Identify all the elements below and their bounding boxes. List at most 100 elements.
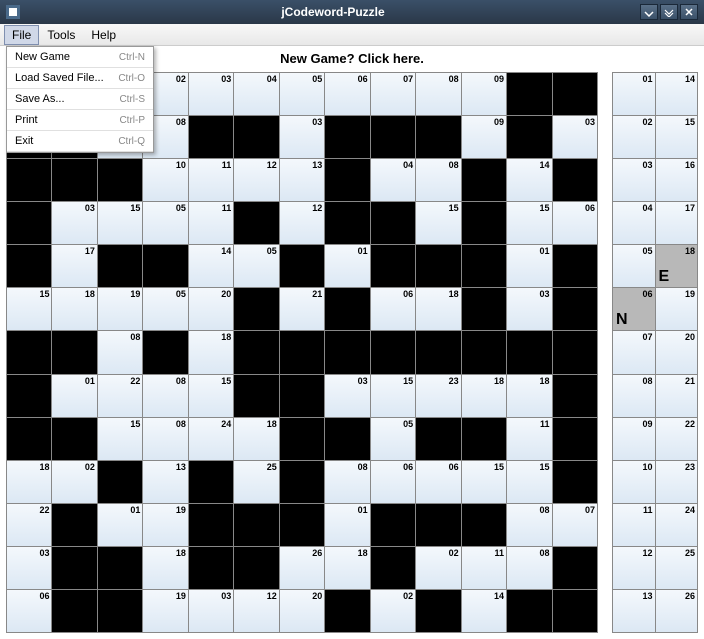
puzzle-cell[interactable]: 12: [234, 159, 278, 201]
puzzle-cell[interactable]: 01: [325, 245, 369, 287]
puzzle-cell[interactable]: 18: [143, 547, 187, 589]
puzzle-cell[interactable]: 11: [189, 159, 233, 201]
puzzle-cell[interactable]: 17: [52, 245, 96, 287]
dropdown-item-load-saved-file-[interactable]: Load Saved File...Ctrl-O: [7, 68, 153, 89]
puzzle-cell[interactable]: 13: [280, 159, 324, 201]
puzzle-cell[interactable]: 09: [462, 116, 506, 158]
legend-cell[interactable]: 18E: [656, 245, 698, 287]
puzzle-cell[interactable]: 20: [189, 288, 233, 330]
legend-cell[interactable]: 17: [656, 202, 698, 244]
puzzle-cell[interactable]: 23: [416, 375, 460, 417]
menu-help[interactable]: Help: [83, 25, 124, 45]
legend-cell[interactable]: 16: [656, 159, 698, 201]
puzzle-cell[interactable]: 08: [325, 461, 369, 503]
legend-cell[interactable]: 22: [656, 418, 698, 460]
puzzle-cell[interactable]: 02: [371, 590, 415, 632]
puzzle-cell[interactable]: 02: [416, 547, 460, 589]
puzzle-cell[interactable]: 01: [98, 504, 142, 546]
puzzle-cell[interactable]: 03: [189, 73, 233, 115]
legend-cell[interactable]: 20: [656, 331, 698, 373]
puzzle-cell[interactable]: 06: [325, 73, 369, 115]
puzzle-cell[interactable]: 25: [234, 461, 278, 503]
puzzle-cell[interactable]: 18: [507, 375, 551, 417]
puzzle-cell[interactable]: 19: [143, 504, 187, 546]
puzzle-cell[interactable]: 08: [143, 375, 187, 417]
puzzle-cell[interactable]: 01: [507, 245, 551, 287]
puzzle-cell[interactable]: 03: [52, 202, 96, 244]
puzzle-cell[interactable]: 15: [189, 375, 233, 417]
puzzle-cell[interactable]: 06: [553, 202, 597, 244]
legend-cell[interactable]: 01: [613, 73, 655, 115]
puzzle-cell[interactable]: 12: [280, 202, 324, 244]
puzzle-cell[interactable]: 08: [507, 504, 551, 546]
puzzle-cell[interactable]: 15: [462, 461, 506, 503]
puzzle-cell[interactable]: 11: [189, 202, 233, 244]
dropdown-item-exit[interactable]: ExitCtrl-Q: [7, 131, 153, 152]
legend-cell[interactable]: 24: [656, 504, 698, 546]
legend-cell[interactable]: 13: [613, 590, 655, 632]
puzzle-cell[interactable]: 11: [462, 547, 506, 589]
legend-cell[interactable]: 11: [613, 504, 655, 546]
puzzle-cell[interactable]: 14: [462, 590, 506, 632]
puzzle-cell[interactable]: 13: [143, 461, 187, 503]
legend-cell[interactable]: 09: [613, 418, 655, 460]
puzzle-cell[interactable]: 18: [325, 547, 369, 589]
puzzle-cell[interactable]: 15: [416, 202, 460, 244]
puzzle-cell[interactable]: 08: [507, 547, 551, 589]
dropdown-item-new-game[interactable]: New GameCtrl-N: [7, 47, 153, 68]
puzzle-cell[interactable]: 07: [553, 504, 597, 546]
puzzle-cell[interactable]: 03: [7, 547, 51, 589]
puzzle-cell[interactable]: 03: [280, 116, 324, 158]
puzzle-cell[interactable]: 26: [280, 547, 324, 589]
puzzle-cell[interactable]: 05: [143, 288, 187, 330]
puzzle-cell[interactable]: 09: [462, 73, 506, 115]
puzzle-cell[interactable]: 18: [462, 375, 506, 417]
puzzle-cell[interactable]: 08: [143, 418, 187, 460]
puzzle-cell[interactable]: 15: [98, 418, 142, 460]
puzzle-cell[interactable]: 07: [371, 73, 415, 115]
legend-cell[interactable]: 08: [613, 375, 655, 417]
puzzle-cell[interactable]: 05: [280, 73, 324, 115]
dropdown-item-print[interactable]: PrintCtrl-P: [7, 110, 153, 131]
puzzle-cell[interactable]: 15: [507, 461, 551, 503]
puzzle-cell[interactable]: 14: [189, 245, 233, 287]
puzzle-cell[interactable]: 06: [416, 461, 460, 503]
minimize-button[interactable]: [640, 4, 658, 20]
puzzle-cell[interactable]: 01: [325, 504, 369, 546]
puzzle-cell[interactable]: 18: [189, 331, 233, 373]
puzzle-cell[interactable]: 05: [143, 202, 187, 244]
puzzle-cell[interactable]: 18: [416, 288, 460, 330]
puzzle-cell[interactable]: 04: [234, 73, 278, 115]
puzzle-cell[interactable]: 05: [234, 245, 278, 287]
puzzle-cell[interactable]: 05: [371, 418, 415, 460]
puzzle-cell[interactable]: 19: [98, 288, 142, 330]
legend-cell[interactable]: 06N: [613, 288, 655, 330]
puzzle-cell[interactable]: 10: [143, 159, 187, 201]
legend-cell[interactable]: 23: [656, 461, 698, 503]
legend-cell[interactable]: 12: [613, 547, 655, 589]
puzzle-cell[interactable]: 08: [98, 331, 142, 373]
menu-tools[interactable]: Tools: [39, 25, 83, 45]
puzzle-cell[interactable]: 01: [52, 375, 96, 417]
dropdown-item-save-as-[interactable]: Save As...Ctrl-S: [7, 89, 153, 110]
puzzle-cell[interactable]: 21: [280, 288, 324, 330]
puzzle-cell[interactable]: 03: [325, 375, 369, 417]
puzzle-cell[interactable]: 15: [507, 202, 551, 244]
puzzle-cell[interactable]: 15: [7, 288, 51, 330]
titlebar[interactable]: jCodeword-Puzzle: [0, 0, 704, 24]
puzzle-cell[interactable]: 18: [7, 461, 51, 503]
puzzle-cell[interactable]: 12: [234, 590, 278, 632]
legend-cell[interactable]: 15: [656, 116, 698, 158]
puzzle-cell[interactable]: 06: [371, 461, 415, 503]
puzzle-cell[interactable]: 03: [553, 116, 597, 158]
puzzle-cell[interactable]: 15: [371, 375, 415, 417]
puzzle-cell[interactable]: 06: [371, 288, 415, 330]
legend-cell[interactable]: 10: [613, 461, 655, 503]
puzzle-cell[interactable]: 20: [280, 590, 324, 632]
puzzle-cell[interactable]: 11: [507, 418, 551, 460]
puzzle-cell[interactable]: 03: [507, 288, 551, 330]
legend-cell[interactable]: 07: [613, 331, 655, 373]
puzzle-cell[interactable]: 18: [234, 418, 278, 460]
puzzle-cell[interactable]: 19: [143, 590, 187, 632]
legend-cell[interactable]: 21: [656, 375, 698, 417]
